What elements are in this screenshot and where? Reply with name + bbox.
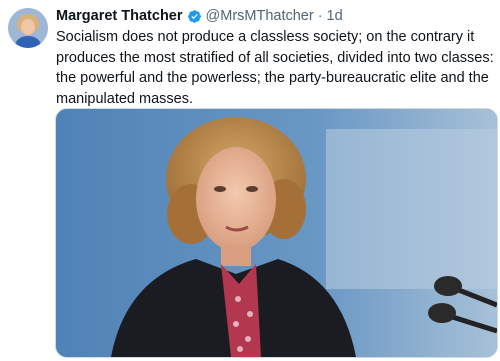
avatar-image [8,8,48,48]
tweet-header: Margaret Thatcher @MrsMThatcher · 1d [56,7,492,25]
separator-dot: · [317,8,323,24]
author-name[interactable]: Margaret Thatcher [56,7,183,25]
tweet-card[interactable]: Margaret Thatcher @MrsMThatcher · 1d Soc… [0,0,500,361]
verified-badge-icon [187,9,202,24]
tweet-timestamp[interactable]: 1d [327,7,343,25]
author-handle[interactable]: @MrsMThatcher [206,7,314,25]
photo-image [56,109,497,357]
tweet-media-photo[interactable] [55,108,498,358]
tweet-text: Socialism does not produce a classless s… [56,29,494,107]
author-avatar[interactable] [8,8,48,48]
